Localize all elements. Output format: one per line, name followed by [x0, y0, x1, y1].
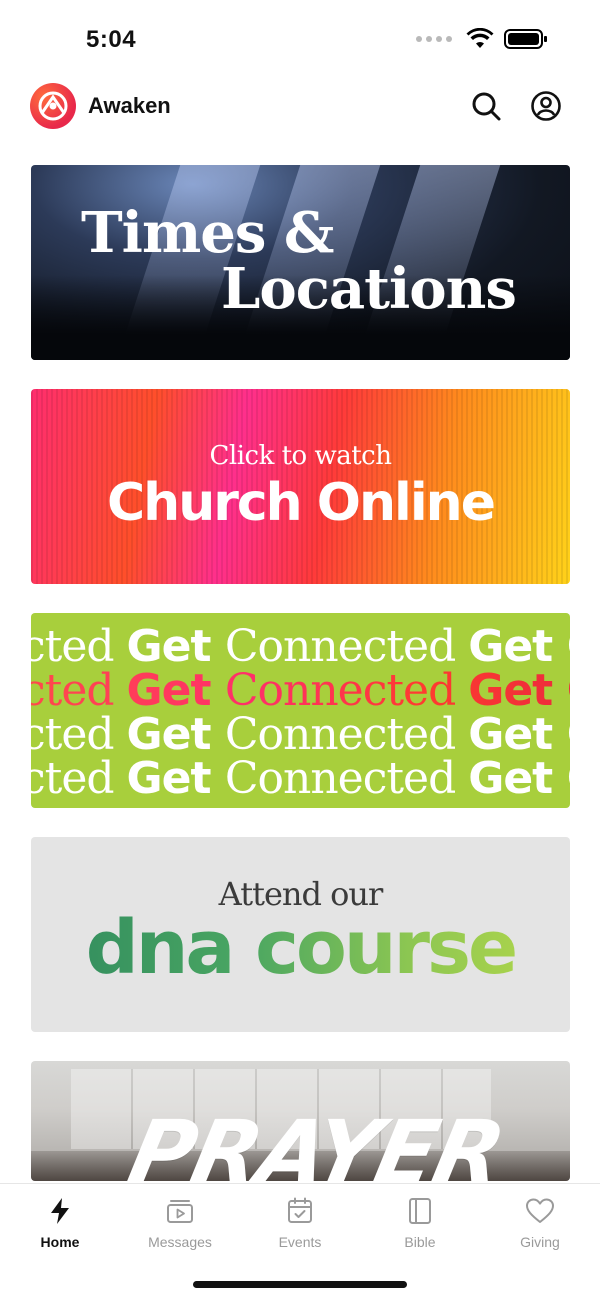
tab-bible[interactable]: Bible [360, 1196, 480, 1250]
tab-label: Home [40, 1234, 80, 1250]
status-icons [416, 28, 548, 50]
connected-text-row: cted Get Connected Get C [31, 669, 570, 713]
banner-times-locations[interactable]: Times & Locations [31, 165, 570, 360]
tab-label: Events [278, 1234, 322, 1250]
banner-title: PRAYER [120, 1101, 512, 1181]
tab-events[interactable]: Events [240, 1196, 360, 1250]
app-logo [30, 83, 76, 129]
tab-label: Bible [404, 1234, 436, 1250]
profile-icon [531, 91, 561, 121]
search-button[interactable] [470, 90, 502, 122]
banner-get-connected[interactable]: cted Get Connected Get C cted Get Connec… [31, 613, 570, 808]
signal-dots-icon [416, 36, 452, 42]
banner-title-line2: Locations [221, 256, 517, 322]
book-icon [409, 1198, 431, 1224]
banner-church-online[interactable]: Click to watch Church Online [31, 389, 570, 584]
status-time: 5:04 [86, 26, 137, 53]
video-library-icon [167, 1200, 193, 1223]
banner-dna-course[interactable]: Attend our dna course [31, 837, 570, 1032]
tab-home[interactable]: Home [0, 1196, 120, 1250]
tab-messages[interactable]: Messages [120, 1196, 240, 1250]
connected-text-row: cted Get Connected Get C [31, 621, 570, 672]
content-feed: Times & Locations Click to watch Church … [31, 165, 570, 1210]
wifi-icon [466, 28, 494, 48]
banner-title-line1: Times & [81, 200, 334, 266]
battery-icon [504, 29, 547, 49]
banner-subtitle: Click to watch [209, 441, 392, 471]
banner-title: dna course [31, 905, 570, 991]
home-indicator [193, 1281, 407, 1288]
calendar-check-icon [288, 1197, 312, 1223]
status-bar: 5:04 [0, 0, 600, 80]
heart-icon [526, 1198, 554, 1223]
banner-prayer[interactable]: PRAYER [31, 1061, 570, 1181]
tab-label: Messages [148, 1234, 212, 1250]
tab-giving[interactable]: Giving [480, 1196, 600, 1250]
banner-title: Church Online [107, 473, 496, 533]
app-name: Awaken [88, 93, 171, 118]
connected-text-row: cted Get Connected Get C [31, 753, 570, 804]
tab-label: Giving [520, 1234, 560, 1250]
profile-button[interactable] [530, 90, 562, 122]
app-header: Awaken [0, 80, 600, 134]
bolt-icon [51, 1198, 69, 1224]
connected-text-row: cted Get Connected Get C [31, 709, 570, 760]
search-icon [472, 92, 501, 121]
